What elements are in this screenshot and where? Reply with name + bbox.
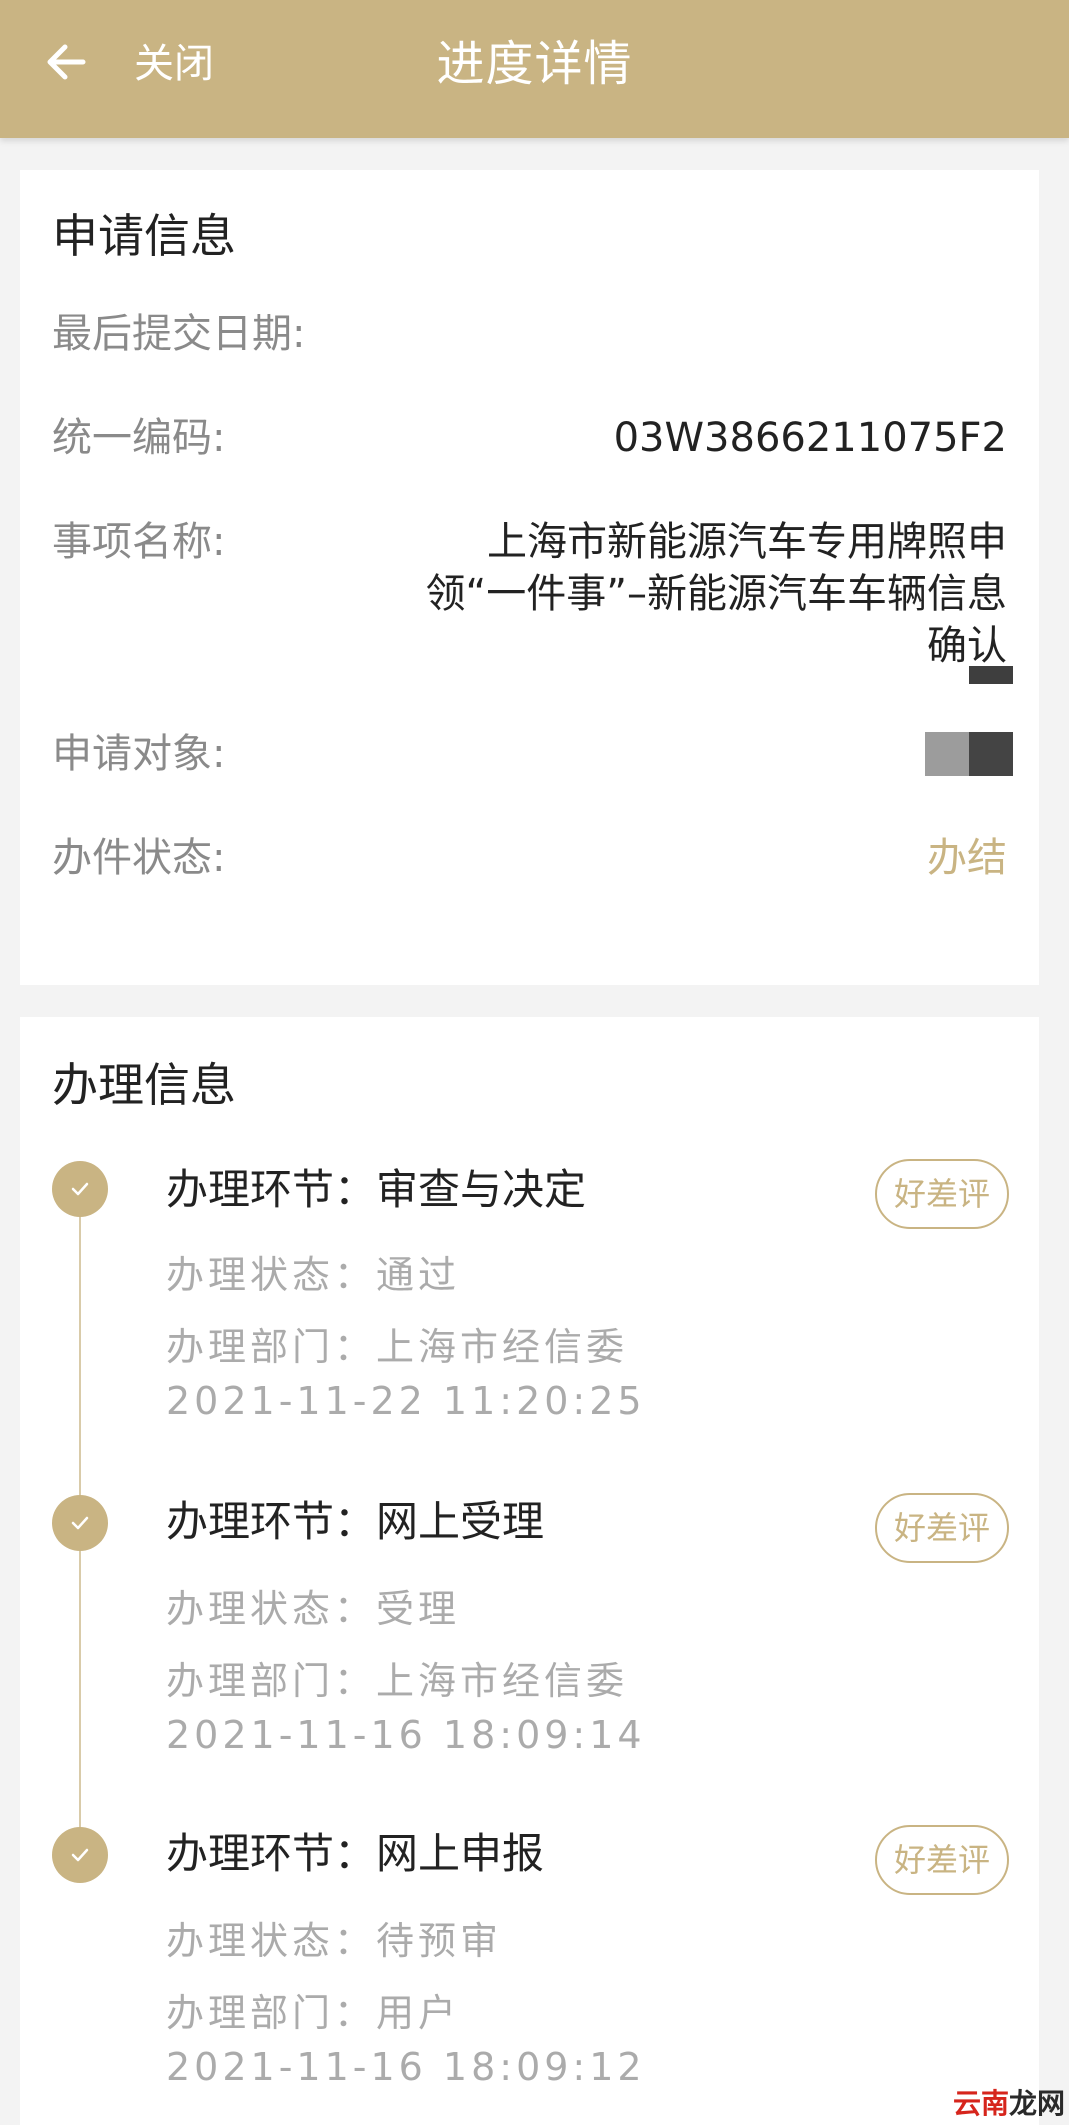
- check-icon: [71, 1182, 89, 1196]
- step-title: 办理环节：网上申报: [166, 1829, 545, 1878]
- step-time: 2021-11-22 11:20:25: [166, 1379, 646, 1423]
- watermark-part-b: 龙网: [1008, 2087, 1065, 2120]
- step-title: 办理环节：网上受理: [166, 1497, 545, 1546]
- item-name-value: 上海市新能源汽车专用牌照申领“一件事”–新能源汽车车辆信息确认: [425, 519, 1007, 669]
- item-name-label: 事项名称:: [52, 519, 226, 565]
- step-department: 办理部门：上海市经信委: [166, 1325, 629, 1369]
- apply-info-card: 申请信息 最后提交日期: 统一编码: 03W3866211075F2 事项名称:…: [20, 170, 1039, 985]
- check-icon: [71, 1848, 89, 1862]
- case-status-label: 办件状态:: [52, 835, 226, 881]
- step-status-dot: [52, 1161, 108, 1217]
- unified-code-label: 统一编码:: [52, 415, 226, 461]
- rate-button[interactable]: 好差评: [875, 1825, 1009, 1895]
- watermark: 云南龙网: [953, 2087, 1065, 2121]
- apply-info-title: 申请信息: [52, 209, 236, 263]
- case-status-value: 办结: [927, 835, 1007, 881]
- check-icon: [71, 1516, 89, 1530]
- step-time: 2021-11-16 18:09:14: [166, 1713, 646, 1757]
- step-time: 2021-11-16 18:09:12: [166, 2045, 646, 2089]
- applicant-redacted: [925, 732, 1013, 776]
- step-status: 办理状态：通过: [166, 1253, 461, 1297]
- step-department: 办理部门：上海市经信委: [166, 1659, 629, 1703]
- process-info-title: 办理信息: [52, 1058, 236, 1112]
- watermark-part-a: 云南: [952, 2087, 1009, 2120]
- step-department: 办理部门：用户: [166, 1991, 461, 2035]
- submit-date-label: 最后提交日期:: [52, 311, 306, 357]
- rate-button[interactable]: 好差评: [875, 1159, 1009, 1229]
- applicant-label: 申请对象:: [52, 731, 226, 777]
- step-status: 办理状态：受理: [166, 1587, 461, 1631]
- step-status: 办理状态：待预审: [166, 1919, 503, 1963]
- redacted-block: [969, 666, 1013, 684]
- unified-code-value: 03W3866211075F2: [613, 415, 1007, 461]
- top-bar: 关闭 进度详情: [0, 0, 1069, 138]
- page-title: 进度详情: [436, 36, 633, 92]
- step-title: 办理环节：审查与决定: [166, 1165, 587, 1214]
- step-status-dot: [52, 1495, 108, 1551]
- process-info-card: 办理信息 办理环节：审查与决定 好差评 办理状态：通过 办理部门：上海市经信委 …: [20, 1017, 1039, 2125]
- step-status-dot: [52, 1827, 108, 1883]
- rate-button[interactable]: 好差评: [875, 1493, 1009, 1563]
